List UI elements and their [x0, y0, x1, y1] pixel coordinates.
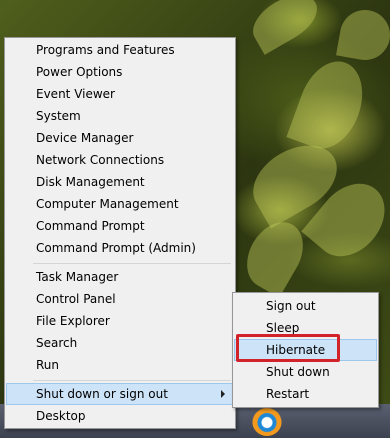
submenu-item-restart[interactable]: Restart [234, 383, 377, 405]
menu-item-search[interactable]: Search [6, 332, 234, 354]
menu-item-run[interactable]: Run [6, 354, 234, 376]
menu-item-network-connections[interactable]: Network Connections [6, 149, 234, 171]
submenu-item-sign-out[interactable]: Sign out [234, 295, 377, 317]
menu-item-command-prompt[interactable]: Command Prompt [6, 215, 234, 237]
menu-item-shut-down-or-sign-out[interactable]: Shut down or sign out [6, 383, 234, 405]
menu-item-system[interactable]: System [6, 105, 234, 127]
menu-separator [33, 380, 231, 381]
menu-item-task-manager[interactable]: Task Manager [6, 266, 234, 288]
menu-item-power-options[interactable]: Power Options [6, 61, 234, 83]
menu-item-programs-and-features[interactable]: Programs and Features [6, 39, 234, 61]
submenu-item-shut-down[interactable]: Shut down [234, 361, 377, 383]
menu-item-file-explorer[interactable]: File Explorer [6, 310, 234, 332]
menu-item-control-panel[interactable]: Control Panel [6, 288, 234, 310]
hibernate-callout-box [236, 334, 340, 362]
menu-item-desktop[interactable]: Desktop [6, 405, 234, 427]
menu-item-device-manager[interactable]: Device Manager [6, 127, 234, 149]
menu-separator [33, 263, 231, 264]
winx-context-menu: Programs and Features Power Options Even… [4, 37, 236, 429]
menu-item-command-prompt-admin[interactable]: Command Prompt (Admin) [6, 237, 234, 259]
menu-item-event-viewer[interactable]: Event Viewer [6, 83, 234, 105]
menu-item-computer-management[interactable]: Computer Management [6, 193, 234, 215]
submenu-arrow-icon [221, 390, 225, 398]
taskbar-app-icon[interactable] [252, 406, 282, 436]
menu-item-disk-management[interactable]: Disk Management [6, 171, 234, 193]
